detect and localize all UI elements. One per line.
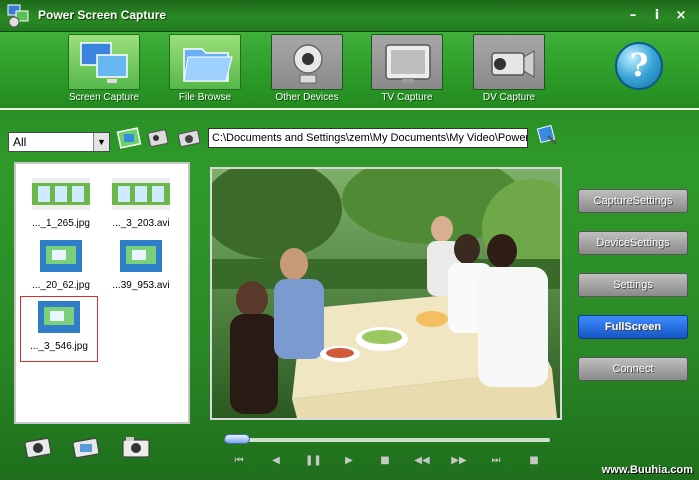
file-browser-panel: ..._1_265.jpg ..._3_203.avi ..._20_62.jp… [14,162,190,424]
other-devices-button[interactable]: Other Devices [264,34,350,108]
play-icon[interactable]: ▶ [341,454,357,468]
file-browse-button[interactable]: File Browse [162,34,248,108]
video-view-icon[interactable] [146,124,174,152]
screen-capture-icon [80,42,128,83]
minimize-button[interactable]: – [626,9,640,23]
record-icon[interactable]: ■ [526,454,542,468]
screen-capture-button[interactable]: Screen Capture [61,34,147,108]
filter-selected-value: All [13,135,27,149]
window-title: Power Screen Capture [38,8,167,22]
watermark-text: www.Buuhia.com [601,464,693,476]
connect-button[interactable]: Connect [578,357,688,381]
help-button[interactable]: ? [615,42,663,90]
seek-bar[interactable] [224,438,550,442]
tv-capture-label: TV Capture [381,92,433,103]
snapshot-camera-icon[interactable] [24,434,56,460]
file-type-filter[interactable]: All ▼ [8,132,110,152]
film-thumbnail-icon [112,178,170,210]
file-name: ..._3_546.jpg [30,341,88,352]
fast-forward-icon[interactable]: ▶▶ [451,454,467,468]
seek-handle[interactable] [224,434,250,444]
camcorder-icon [491,50,535,78]
file-name: ..._1_265.jpg [32,218,90,229]
folder-icon [183,48,233,82]
skip-end-icon[interactable]: ⏭ [488,454,504,468]
file-item[interactable]: ...39_953.avi [102,236,180,300]
rewind-icon[interactable]: ◀◀ [414,454,430,468]
app-logo-icon [7,4,29,28]
chevron-down-icon[interactable]: ▼ [93,133,109,151]
title-bar: Power Screen Capture – i × [0,0,699,32]
image-view-icon[interactable] [116,124,144,152]
file-browse-label: File Browse [178,92,232,103]
close-button[interactable]: × [674,9,688,23]
file-name: ..._3_203.avi [112,218,170,229]
file-name: ...39_953.avi [112,280,170,291]
screen-capture-label: Screen Capture [68,92,140,103]
screen-thumbnail-icon [38,301,80,333]
screen-thumbnail-icon [40,240,82,272]
film-thumbnail-icon [32,178,90,210]
info-button[interactable]: i [650,9,664,23]
camera-view-icon[interactable] [176,124,204,152]
preview-area[interactable] [210,167,562,420]
browse-folder-icon[interactable] [536,124,558,146]
fullscreen-button[interactable]: FullScreen [578,315,688,339]
dv-capture-label: DV Capture [482,92,536,103]
photo-camera-icon[interactable] [120,434,152,460]
pause-icon[interactable]: ❚❚ [305,454,322,468]
folder-path-input[interactable]: C:\Documents and Settings\zem\My Documen… [208,128,528,148]
skip-start-icon[interactable]: ⏮ [231,454,247,468]
file-name: ..._20_62.jpg [32,280,90,291]
file-item-selected[interactable]: ..._3_546.jpg [20,296,98,362]
previous-frame-icon[interactable]: ◀ [268,454,284,468]
webcam-icon [293,44,323,84]
file-item[interactable]: ..._1_265.jpg [22,174,100,238]
device-settings-button[interactable]: DeviceSettings [578,231,688,255]
other-devices-label: Other Devices [275,92,339,103]
file-item[interactable]: ..._3_203.avi [102,174,180,238]
capture-settings-button[interactable]: CaptureSettings [578,189,688,213]
preview-image [212,169,560,418]
tv-capture-button[interactable]: TV Capture [364,34,450,108]
dv-capture-button[interactable]: DV Capture [466,34,552,108]
file-item[interactable]: ..._20_62.jpg [22,236,100,300]
stop-icon[interactable]: ■ [377,454,393,468]
screen-thumbnail-icon [120,240,162,272]
record-video-icon[interactable] [72,434,104,460]
settings-button[interactable]: Settings [578,273,688,297]
main-toolbar: Screen Capture File Browse Other Devices [0,32,699,110]
tv-icon [385,44,431,83]
